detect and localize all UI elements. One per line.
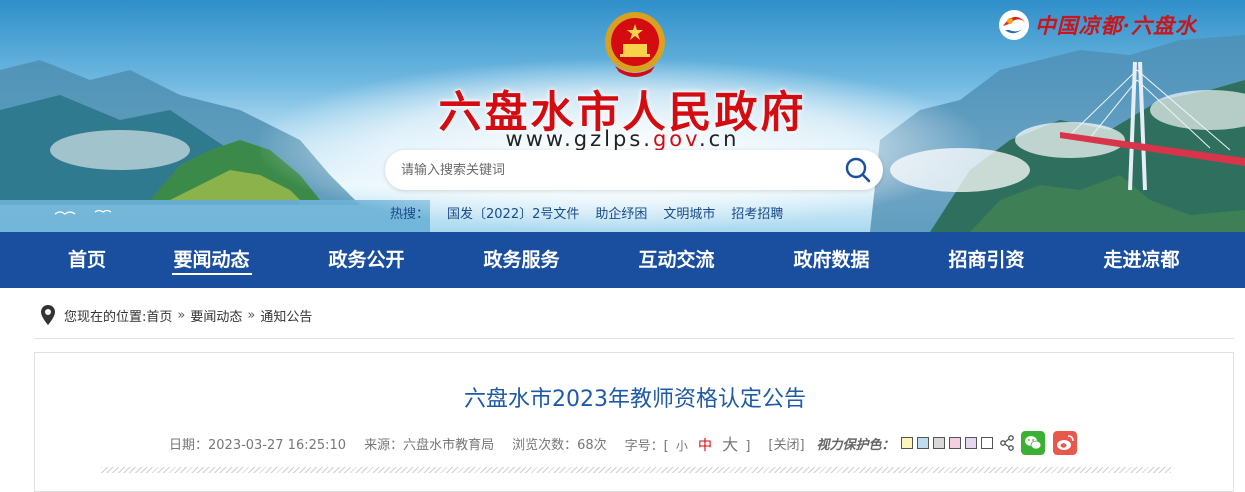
breadcrumb-item[interactable]: 通知公告 (260, 306, 312, 325)
eye-color-swatch[interactable] (916, 437, 929, 449)
divider (34, 338, 1234, 339)
search-box (385, 150, 883, 190)
nav-item-gov-services[interactable]: 政务服务 (444, 232, 599, 288)
eye-color-swatch[interactable] (948, 437, 961, 449)
breadcrumb-item[interactable]: 要闻动态 (190, 306, 242, 325)
article-title: 六盘水市2023年教师资格认定公告 (464, 387, 806, 412)
share-icon[interactable] (999, 435, 1015, 451)
breadcrumb-separator: » (177, 307, 186, 323)
header-banner: 六盘水市人民政府 www.gzlps.gov.cn 中国凉都·六盘水 热搜： 国… (0, 0, 1245, 232)
brand-logo-icon (998, 10, 1029, 40)
breadcrumb-prefix: 您现在的位置: (64, 309, 147, 325)
font-size-bracket: ] (745, 439, 751, 454)
eye-color-swatch[interactable] (900, 437, 913, 449)
nav-item-about-city[interactable]: 走进凉都 (1064, 232, 1219, 288)
nav-item-news[interactable]: 要闻动态 (134, 232, 289, 288)
national-emblem-icon (605, 12, 665, 77)
nav-item-interaction[interactable]: 互动交流 (599, 232, 754, 288)
article-panel: 六盘水市2023年教师资格认定公告 日期：2023-03-27 16:25:10… (34, 352, 1234, 492)
breadcrumb-item[interactable]: 首页 (146, 306, 172, 325)
nav-item-home[interactable]: 首页 (40, 232, 134, 288)
close-button[interactable]: [关闭] (768, 434, 804, 453)
url-suffix: .cn (698, 127, 740, 151)
brand-text: 中国凉都·六盘水 (1034, 13, 1197, 38)
eye-care-label: 视力保护色： (816, 437, 895, 453)
font-large-button[interactable]: 大 (722, 435, 738, 454)
nav-item-gov-affairs[interactable]: 政务公开 (289, 232, 444, 288)
hot-search-item[interactable]: 助企纾困 (595, 203, 647, 222)
hot-search: 热搜： 国发〔2022〕2号文件 助企纾困 文明城市 招考招聘 (390, 203, 799, 222)
hot-search-label: 热搜： (390, 207, 430, 222)
brand-slogan: 中国凉都·六盘水 (997, 8, 1197, 42)
font-small-button[interactable]: 小 (676, 439, 688, 453)
main-nav: 首页 要闻动态 政务公开 政务服务 互动交流 政府数据 招商引资 走进凉都 (0, 232, 1245, 288)
weibo-share-icon[interactable] (1052, 431, 1077, 455)
wechat-share-icon[interactable] (1020, 431, 1045, 455)
nav-item-investment[interactable]: 招商引资 (909, 232, 1064, 288)
font-size-label: 字号：[ (624, 439, 669, 454)
font-size-control: 字号：[ 小 中 大 ] (625, 431, 751, 455)
eye-color-swatch[interactable] (964, 437, 977, 449)
article-meta: 日期：2023-03-27 16:25:10 来源：六盘水市教育局 浏览次数：6… (169, 431, 1085, 455)
hot-search-item[interactable]: 国发〔2022〕2号文件 (447, 203, 579, 222)
hot-search-item[interactable]: 招考招聘 (731, 203, 783, 222)
search-input[interactable] (401, 150, 831, 190)
hot-search-item[interactable]: 文明城市 (663, 203, 715, 222)
font-medium-button[interactable]: 中 (698, 438, 712, 454)
eye-color-swatch[interactable] (932, 437, 945, 449)
breadcrumb-separator: » (247, 307, 256, 323)
publish-date: 日期：2023-03-27 16:25:10 (169, 437, 347, 453)
site-url: www.gzlps.gov.cn (0, 127, 1245, 151)
url-prefix: www.gzlps. (505, 127, 653, 151)
article-source: 来源：六盘水市教育局 (364, 437, 495, 453)
url-domain: gov (652, 127, 699, 151)
nav-item-gov-data[interactable]: 政府数据 (754, 232, 909, 288)
view-count: 浏览次数：68次 (512, 437, 607, 453)
eye-color-swatch[interactable] (980, 437, 993, 449)
search-icon[interactable] (843, 156, 873, 184)
location-pin-icon (41, 305, 55, 325)
breadcrumb: 您现在的位置: 首页 » 要闻动态 » 通知公告 (40, 304, 312, 326)
article-divider (101, 467, 1171, 473)
